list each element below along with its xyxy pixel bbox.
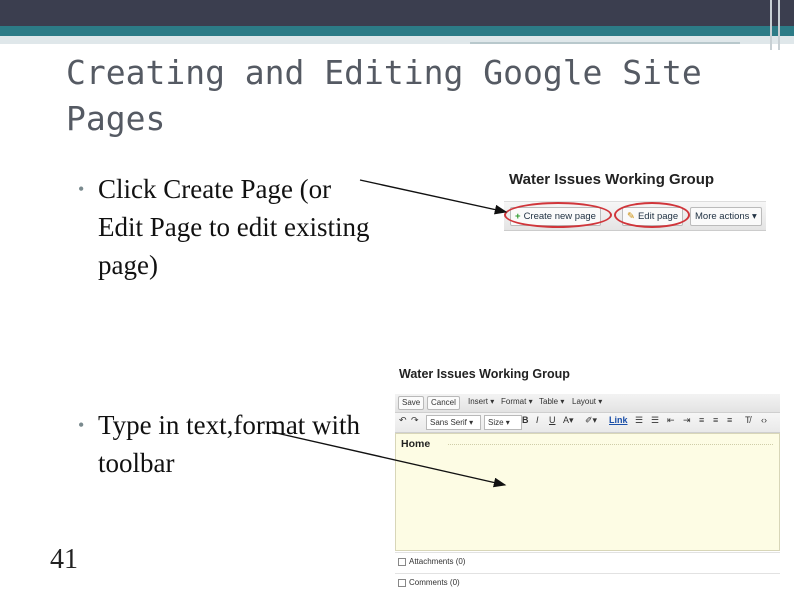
arrow-to-editor [271, 431, 507, 488]
arrow-to-create-page [359, 179, 508, 215]
pointer-arrows [271, 179, 508, 488]
